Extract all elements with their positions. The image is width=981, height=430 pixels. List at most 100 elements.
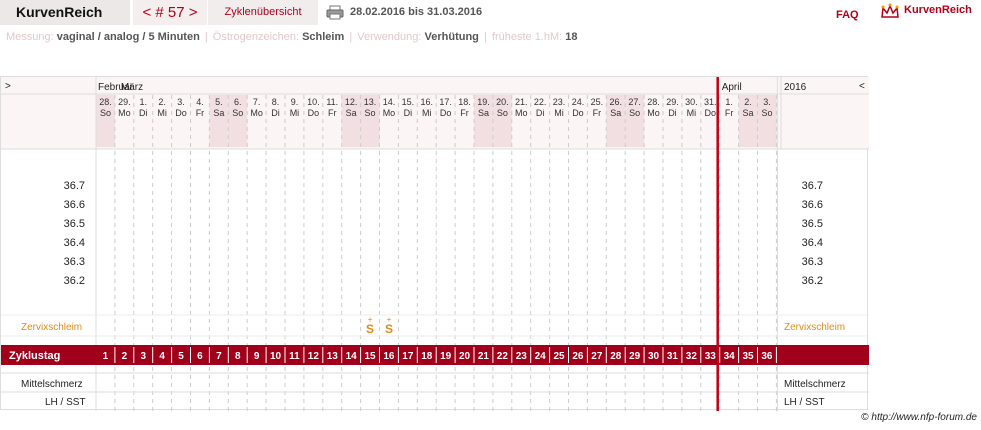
measurement-info: Messung: vaginal / analog / 5 Minuten | … bbox=[6, 31, 578, 43]
day-number: 5. bbox=[215, 97, 223, 107]
weekday: Di bbox=[404, 108, 413, 118]
printer-icon[interactable] bbox=[326, 5, 344, 20]
temp-label-right: 36.7 bbox=[802, 180, 823, 192]
credit-url[interactable]: http://www.nfp-forum.de bbox=[871, 412, 977, 423]
info-label-usage: Verwendung: bbox=[357, 31, 422, 43]
temp-label-left: 36.4 bbox=[64, 237, 85, 249]
day-number: 12. bbox=[345, 97, 358, 107]
temp-label-right: 36.3 bbox=[802, 256, 823, 268]
cycle-navigation[interactable]: < # 57 > bbox=[133, 0, 207, 25]
day-number: 28. bbox=[647, 97, 660, 107]
day-number: 14. bbox=[383, 97, 396, 107]
weekday: Do bbox=[440, 108, 452, 118]
day-number: 27. bbox=[628, 97, 641, 107]
weekday: Di bbox=[139, 108, 148, 118]
year-label: 2016 bbox=[784, 82, 807, 93]
cycle-day-number: 35 bbox=[742, 351, 754, 362]
row-label-mittelschmerz-left: Mittelschmerz bbox=[21, 379, 83, 390]
cycle-day-number: 33 bbox=[705, 351, 717, 362]
info-separator: | bbox=[349, 31, 353, 43]
day-number: 2. bbox=[744, 97, 752, 107]
header: KurvenReich < # 57 > Zyklenübersicht 28.… bbox=[0, 0, 981, 25]
day-number: 9. bbox=[291, 97, 299, 107]
weekday: Mi bbox=[422, 108, 432, 118]
day-number: 6. bbox=[234, 97, 242, 107]
temp-label-left: 36.7 bbox=[64, 180, 85, 192]
credit: © http://www.nfp-forum.de bbox=[861, 412, 977, 423]
cycle-day-number: 7 bbox=[216, 351, 222, 362]
cycle-day-number: 31 bbox=[667, 351, 679, 362]
info-separator: | bbox=[483, 31, 487, 43]
cycle-day-number: 6 bbox=[197, 351, 203, 362]
cycle-day-number: 10 bbox=[270, 351, 282, 362]
cycle-day-number: 12 bbox=[308, 351, 320, 362]
weekday: So bbox=[761, 108, 772, 118]
day-number: 10. bbox=[307, 97, 320, 107]
day-number: 26. bbox=[609, 97, 622, 107]
day-number: 18. bbox=[458, 97, 471, 107]
weekday: So bbox=[232, 108, 243, 118]
day-number: 20. bbox=[496, 97, 509, 107]
cycle-day-number: 1 bbox=[103, 351, 109, 362]
cycle-day-number: 20 bbox=[459, 351, 471, 362]
temp-label-right: 36.6 bbox=[802, 199, 823, 211]
day-number: 17. bbox=[439, 97, 452, 107]
cycle-day-number: 36 bbox=[761, 351, 773, 362]
faq-link[interactable]: FAQ bbox=[836, 0, 859, 30]
temp-label-left: 36.5 bbox=[64, 218, 85, 230]
month-label: April bbox=[722, 82, 742, 93]
brand-text: KurvenReich bbox=[904, 4, 972, 16]
temp-label-left: 36.6 bbox=[64, 199, 85, 211]
cycle-day-number: 14 bbox=[346, 351, 358, 362]
day-number: 16. bbox=[420, 97, 433, 107]
day-number: 24. bbox=[572, 97, 585, 107]
brand-logo[interactable]: KurvenReich bbox=[880, 3, 980, 21]
row-label-cervix-left: Zervixschleim bbox=[21, 322, 82, 333]
weekday: Mo bbox=[250, 108, 263, 118]
info-label-measurement: Messung: bbox=[6, 31, 54, 43]
weekday: Mo bbox=[647, 108, 660, 118]
weekday: Mo bbox=[515, 108, 528, 118]
weekday: Mi bbox=[290, 108, 300, 118]
cycle-overview-link[interactable]: Zyklenübersicht bbox=[208, 0, 318, 25]
cycle-chart-grid: > <2016FebruarMärz April28.So29.Mo1.Di2.Mi… bbox=[1, 77, 869, 411]
crown-logo-icon bbox=[881, 3, 899, 18]
cycle-day-number: 27 bbox=[591, 351, 603, 362]
day-number: 15. bbox=[402, 97, 415, 107]
cycle-day-number: 19 bbox=[440, 351, 452, 362]
weekday: Sa bbox=[743, 108, 754, 118]
weekday: Sa bbox=[610, 108, 621, 118]
info-value-earliest: 18 bbox=[565, 31, 578, 43]
cycle-day-number: 9 bbox=[254, 351, 260, 362]
row-label-mittelschmerz-right: Mittelschmerz bbox=[784, 379, 846, 390]
weekday: Di bbox=[271, 108, 280, 118]
month-label: März bbox=[121, 82, 143, 93]
info-label-estrogen: Östrogenzeichen: bbox=[212, 31, 299, 43]
cycle-day-number: 11 bbox=[289, 351, 300, 362]
day-number: 7. bbox=[253, 97, 261, 107]
date-range: 28.02.2016 bis 31.03.2016 bbox=[350, 6, 483, 18]
cycle-day-number: 34 bbox=[724, 351, 736, 362]
day-number: 21. bbox=[515, 97, 528, 107]
app-name[interactable]: KurvenReich bbox=[0, 0, 130, 25]
cycle-day-number: 26 bbox=[572, 351, 584, 362]
info-value-estrogen: Schleim bbox=[302, 31, 345, 43]
cycle-day-number: 23 bbox=[516, 351, 528, 362]
temp-label-right: 36.2 bbox=[802, 275, 823, 287]
day-number: 8. bbox=[272, 97, 280, 107]
info-separator: | bbox=[204, 31, 208, 43]
cycle-day-number: 21 bbox=[478, 351, 490, 362]
day-number: 31. bbox=[704, 97, 717, 107]
weekday: So bbox=[497, 108, 508, 118]
weekday: So bbox=[629, 108, 640, 118]
cycle-day-number: 17 bbox=[402, 351, 414, 362]
copyright-symbol: © bbox=[861, 412, 869, 423]
weekday: Mo bbox=[118, 108, 131, 118]
day-number: 11. bbox=[326, 97, 338, 107]
cycle-day-number: 25 bbox=[553, 351, 565, 362]
weekday: Di bbox=[536, 108, 545, 118]
day-number: 22. bbox=[534, 97, 547, 107]
day-number: 3. bbox=[177, 97, 185, 107]
day-number: 4. bbox=[196, 97, 204, 107]
weekday: Do bbox=[704, 108, 716, 118]
